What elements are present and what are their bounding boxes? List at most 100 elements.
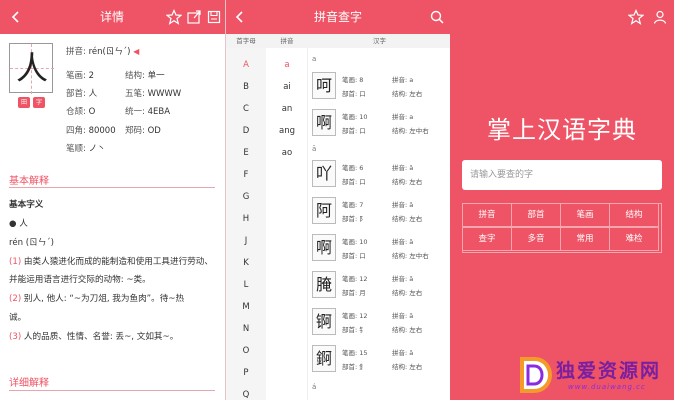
list-item[interactable]: 腌 笔画: 12 拼音: ā 部首: 月 结构: 左右 — [312, 271, 448, 303]
save-icon[interactable] — [206, 9, 222, 25]
hanzi-char: 腌 — [315, 275, 332, 294]
group-label-a2: á — [312, 383, 317, 391]
grid-stroke[interactable]: 笔画 — [560, 203, 610, 227]
back-arrow-icon[interactable] — [8, 9, 24, 25]
pinyin-item-an[interactable]: an — [266, 104, 308, 114]
search-icon[interactable] — [429, 9, 445, 25]
group-label-a1: ā — [312, 145, 317, 153]
alpha-item-p[interactable]: P — [226, 368, 266, 378]
alpha-item-g[interactable]: G — [226, 192, 266, 202]
radical-text: 部首: 阝 — [342, 215, 366, 223]
stroke-value: 2 — [88, 71, 94, 81]
info-row-zhengma: 郑码: OD — [125, 124, 161, 136]
grid-common[interactable]: 常用 — [560, 227, 610, 251]
radical-text: 部首: 口 — [342, 127, 366, 135]
structure-label: 结构: — [125, 71, 145, 81]
lookup-grid: 拼音 部首 笔画 结构 查字 多音 常用 难检 — [462, 203, 662, 253]
definition-text: 由类人猿进化而成的能制造和使用工具进行劳动、 — [21, 257, 213, 267]
watermark: 独爱资源网 www.duaiwang.cc — [510, 352, 674, 400]
list-item[interactable]: 吖 笔画: 6 拼音: ā 部首: 口 结构: 左右 — [312, 160, 448, 192]
col-head-initial: 首字母 — [226, 34, 266, 48]
grid-pinyin[interactable]: 拼音 — [462, 203, 512, 227]
group-label-a: a — [312, 55, 317, 63]
grid-radical[interactable]: 部首 — [511, 203, 561, 227]
pinyin-item-ang[interactable]: ang — [266, 126, 308, 136]
wubi-value: WWWW — [147, 89, 182, 99]
star-icon[interactable] — [166, 9, 182, 25]
basic-subtitle: 基本字义 — [9, 200, 44, 210]
definition-line: 诚。 — [9, 311, 26, 323]
pinyin-label: 拼音: — [66, 47, 86, 57]
alpha-item-m[interactable]: M — [226, 302, 266, 312]
alpha-item-f[interactable]: F — [226, 170, 266, 180]
hanzi-char: 阿 — [315, 201, 332, 220]
list-item[interactable]: 啊 笔画: 10 拼音: ā 部首: 口 结构: 左中右 — [312, 234, 448, 266]
list-item[interactable]: 啊 笔画: 10 拼音: a 部首: 口 结构: 左中右 — [312, 109, 448, 141]
alpha-item-b[interactable]: B — [226, 82, 266, 92]
cangjie-value: O — [88, 107, 96, 117]
sijiao-label: 四角: — [66, 126, 86, 136]
structure-text: 结构: 左右 — [392, 215, 423, 223]
pinyin-text: 拼音: ā — [392, 201, 414, 209]
alpha-item-d[interactable]: D — [226, 126, 266, 136]
pinyin-value: rén(ㄖㄣˊ) — [88, 47, 131, 57]
alpha-item-a[interactable]: A — [226, 60, 266, 70]
pinyin-item-ao[interactable]: ao — [266, 148, 308, 158]
grid-lookup[interactable]: 查字 — [462, 227, 512, 251]
alpha-item-q[interactable]: Q — [226, 390, 266, 400]
basic-section-title: 基本解释 — [9, 176, 49, 187]
stroke-count: 笔画: 6 — [342, 164, 364, 172]
share-icon[interactable] — [186, 9, 202, 25]
star-icon[interactable] — [628, 9, 644, 25]
page-title: 详情 — [100, 10, 125, 24]
info-row-sijiao: 四角: 80000 — [66, 124, 116, 136]
hanzi-char: 啊 — [315, 238, 332, 257]
stroke-count: 笔画: 12 — [342, 275, 368, 283]
alpha-item-o[interactable]: O — [226, 346, 266, 356]
alpha-item-e[interactable]: E — [226, 148, 266, 158]
col-head-pinyin: 拼音 — [266, 34, 308, 48]
alpha-item-l[interactable]: L — [226, 280, 266, 290]
structure-text: 结构: 左中右 — [392, 252, 429, 260]
user-icon[interactable] — [652, 9, 668, 25]
pinyin-item-ai[interactable]: ai — [266, 82, 308, 92]
character-glyph: 人 — [15, 49, 48, 87]
bullet-character: ● 人 — [9, 219, 28, 229]
char-button[interactable]: 字 — [33, 97, 45, 108]
back-arrow-icon[interactable] — [232, 9, 248, 25]
search-input[interactable]: 请输入要查的字 — [462, 160, 662, 190]
list-item[interactable]: 阿 笔画: 7 拼音: ā 部首: 阝 结构: 左右 — [312, 197, 448, 229]
page-title: 拼音查字 — [314, 10, 363, 24]
radical-text: 部首: 口 — [342, 178, 366, 186]
wubi-label: 五笔: — [125, 89, 145, 99]
pinyin-lookup-panel: 拼音查字 首字母 拼音 汉字 A B C D E F G H J K L M N… — [225, 0, 450, 400]
stroke-label: 笔画: — [66, 71, 86, 81]
list-item[interactable]: 錒 笔画: 15 拼音: ā 部首: 釒 结构: 左右 — [312, 345, 448, 377]
structure-text: 结构: 左右 — [392, 326, 423, 334]
pinyin-text: 拼音: ā — [392, 164, 414, 172]
alpha-item-k[interactable]: K — [226, 258, 266, 268]
alpha-item-h[interactable]: H — [226, 214, 266, 224]
sijiao-value: 80000 — [88, 126, 116, 136]
pinyin-text: 拼音: ā — [392, 275, 414, 283]
alpha-item-n[interactable]: N — [226, 324, 266, 334]
list-item[interactable]: 锕 笔画: 12 拼音: ā 部首: 钅 结构: 左右 — [312, 308, 448, 340]
info-row-structure: 结构: 单一 — [125, 69, 165, 81]
info-row-radical: 部首: 人 — [66, 87, 97, 99]
list-item[interactable]: 呵 笔画: 8 拼音: a 部首: 口 结构: 左右 — [312, 72, 448, 104]
alpha-item-j[interactable]: J — [226, 236, 266, 246]
alpha-item-c[interactable]: C — [226, 104, 266, 114]
info-row-wubi: 五笔: WWWW — [125, 87, 181, 99]
grid-hard[interactable]: 难检 — [609, 227, 659, 251]
grid-polyphone[interactable]: 多音 — [511, 227, 561, 251]
detail-section-title: 详细解释 — [9, 378, 49, 389]
pinyin-item-a[interactable]: a — [266, 60, 308, 70]
structure-text: 结构: 左中右 — [392, 127, 429, 135]
definition-text: 别人, 他人: “~为刀俎, 我为鱼肉”。待~热 — [21, 294, 185, 304]
definition-line: (1) 由类人猿进化而成的能制造和使用工具进行劳动、 — [9, 255, 213, 267]
radical-text: 部首: 钅 — [342, 326, 366, 334]
speaker-icon[interactable]: ◀ — [133, 48, 139, 56]
grid-button[interactable]: 田 — [18, 97, 30, 108]
grid-structure[interactable]: 结构 — [609, 203, 659, 227]
structure-text: 结构: 左右 — [392, 363, 423, 371]
